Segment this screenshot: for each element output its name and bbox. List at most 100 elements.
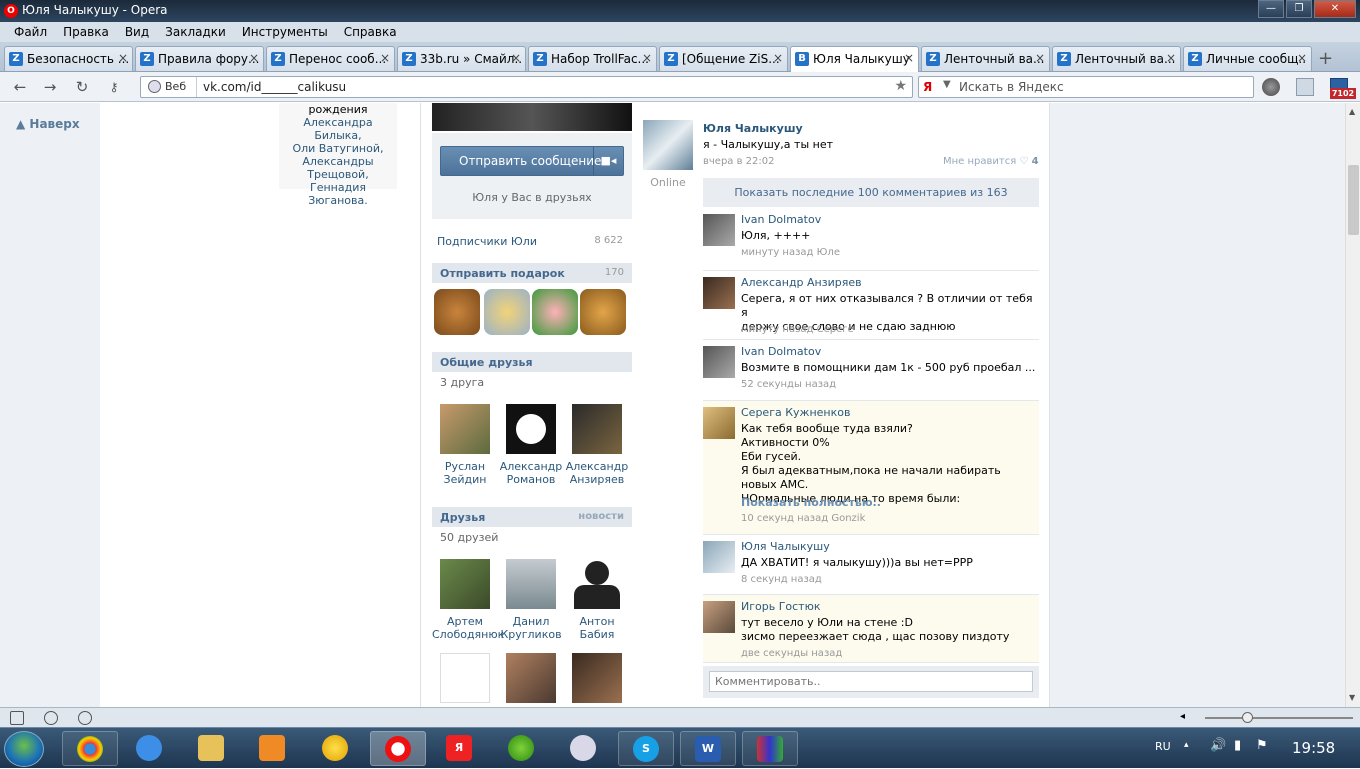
- menu-bookmarks[interactable]: Закладки: [157, 25, 234, 39]
- speed-dial-icon[interactable]: [1262, 78, 1280, 96]
- friend-last-name[interactable]: Кругликов: [498, 628, 564, 641]
- friend-last-name[interactable]: Анзиряев: [564, 473, 630, 486]
- maximize-button[interactable]: ❐: [1286, 0, 1312, 18]
- tab-5[interactable]: Z [Общение ZiS... ×: [659, 46, 788, 71]
- friend-card[interactable]: Александр Романов: [498, 404, 564, 486]
- tab-3[interactable]: Z 33b.ru » Смайл... ×: [397, 46, 526, 71]
- gift-astronaut[interactable]: [484, 289, 530, 335]
- comment-avatar[interactable]: [703, 601, 735, 633]
- clock[interactable]: 19:58: [1292, 739, 1335, 757]
- friends-news-link[interactable]: новости: [578, 511, 624, 522]
- tab-7[interactable]: Z Ленточный ва... ×: [921, 46, 1050, 71]
- taskbar-library[interactable]: [742, 731, 798, 766]
- vertical-scrollbar[interactable]: ▲ ▼: [1345, 103, 1360, 707]
- back-button[interactable]: ←: [10, 78, 30, 96]
- friend-card[interactable]: Данил Кругликов: [498, 559, 564, 641]
- taskbar-chrome[interactable]: [62, 731, 118, 766]
- comment-time[interactable]: минуту назад Юле: [741, 247, 840, 258]
- address-field[interactable]: Веб vk.com/id______calikusu ★: [140, 76, 913, 98]
- reload-button[interactable]: ↻: [72, 78, 92, 96]
- tab-4[interactable]: Z Набор TrollFac... ×: [528, 46, 657, 71]
- tab-close-icon[interactable]: ×: [642, 51, 652, 65]
- video-call-icon[interactable]: ■◂: [593, 147, 623, 175]
- friend-card[interactable]: Антон Бабия: [564, 559, 630, 641]
- view-icon[interactable]: ◂: [1180, 711, 1185, 722]
- search-field[interactable]: Я ▼ Искать в Яндекс: [918, 76, 1254, 98]
- comment-avatar[interactable]: [703, 214, 735, 246]
- tab-close-icon[interactable]: ×: [1035, 51, 1045, 65]
- menu-view[interactable]: Вид: [117, 25, 157, 39]
- comment-time[interactable]: 52 секунды назад: [741, 379, 836, 390]
- friend-card[interactable]: [498, 653, 564, 707]
- avatar[interactable]: [506, 404, 556, 454]
- friend-last-name[interactable]: Слободянюк: [432, 628, 504, 641]
- post-date[interactable]: вчера в 22:02: [703, 156, 775, 167]
- opera-logo-icon[interactable]: O: [4, 4, 18, 18]
- tab-close-icon[interactable]: ×: [1166, 51, 1176, 65]
- taskbar-yandex[interactable]: Я: [432, 731, 488, 766]
- tab-close-icon[interactable]: ×: [773, 51, 783, 65]
- volume-icon[interactable]: 🔊: [1210, 738, 1226, 753]
- like-button[interactable]: Мне нравится ♡ 4: [943, 156, 1039, 167]
- url-text[interactable]: vk.com/id______calikusu: [203, 80, 346, 94]
- comment-author[interactable]: Серега Кужненков: [741, 406, 850, 419]
- turbo-icon[interactable]: [78, 711, 92, 725]
- comment-author[interactable]: Александр Анзиряев: [741, 276, 862, 289]
- info-link[interactable]: Трещовой, Геннадия: [307, 168, 368, 194]
- avatar[interactable]: [572, 559, 622, 609]
- friend-card[interactable]: Александр Анзиряев: [564, 404, 630, 486]
- scrollbar-thumb[interactable]: [1348, 165, 1359, 235]
- friend-last-name[interactable]: Зейдин: [432, 473, 498, 486]
- comment-avatar[interactable]: [703, 277, 735, 309]
- info-link[interactable]: Александры: [302, 155, 373, 168]
- tab-close-icon[interactable]: ×: [380, 51, 390, 65]
- comment-author[interactable]: Игорь Гостюк: [741, 600, 821, 613]
- avatar[interactable]: [440, 559, 490, 609]
- tab-9[interactable]: Z Личные сообщ... ×: [1183, 46, 1312, 71]
- subscribers-link[interactable]: Подписчики Юли 8 622: [437, 235, 627, 248]
- show-all-comments-button[interactable]: Показать последние 100 комментариев из 1…: [703, 178, 1039, 207]
- search-engine-dropdown-icon[interactable]: ▼: [943, 79, 951, 90]
- comment-time[interactable]: 8 секунд назад: [741, 574, 822, 585]
- send-message-button[interactable]: Отправить сообщение ■◂: [440, 146, 624, 176]
- new-tab-button[interactable]: +: [1318, 48, 1333, 69]
- start-button[interactable]: [4, 731, 44, 767]
- taskbar-media[interactable]: [245, 731, 301, 766]
- zoom-slider-knob[interactable]: [1242, 712, 1253, 723]
- tab-6[interactable]: B Юля Чалыкушу ×: [790, 46, 919, 72]
- taskbar-app[interactable]: [308, 731, 364, 766]
- comment-input[interactable]: [709, 671, 1033, 692]
- friend-card[interactable]: [432, 653, 498, 707]
- info-link[interactable]: Оли Ватугиной,: [292, 142, 383, 155]
- gift-cake[interactable]: [532, 289, 578, 335]
- comment-author[interactable]: Юля Чалыкушу: [741, 540, 830, 553]
- comment-time[interactable]: 10 секунд назад Gonzik: [741, 513, 865, 524]
- show-more-link[interactable]: Показать полностью..: [741, 496, 881, 509]
- friend-card[interactable]: [564, 653, 630, 707]
- friend-first-name[interactable]: Александр: [564, 460, 630, 473]
- tab-close-icon[interactable]: ×: [904, 51, 914, 65]
- menu-help[interactable]: Справка: [336, 25, 405, 39]
- friend-first-name[interactable]: Руслан: [432, 460, 498, 473]
- tab-1[interactable]: Z Правила фору... ×: [135, 46, 264, 71]
- tab-8[interactable]: Z Ленточный ва... ×: [1052, 46, 1181, 71]
- taskbar-skype[interactable]: S: [618, 731, 674, 766]
- gift-horse[interactable]: [434, 289, 480, 335]
- tray-expand-icon[interactable]: ▴: [1184, 740, 1189, 750]
- scroll-down-icon[interactable]: ▼: [1349, 693, 1355, 702]
- network-icon[interactable]: ▮: [1234, 738, 1241, 753]
- minimize-button[interactable]: —: [1258, 0, 1284, 18]
- tab-close-icon[interactable]: ×: [1297, 51, 1307, 65]
- taskbar-tool[interactable]: [556, 731, 612, 766]
- tab-close-icon[interactable]: ×: [511, 51, 521, 65]
- profile-photo[interactable]: [432, 103, 632, 131]
- info-link[interactable]: Александра Билыка,: [303, 116, 372, 142]
- taskbar-ie[interactable]: [122, 731, 178, 766]
- friend-card[interactable]: Руслан Зейдин: [432, 404, 498, 486]
- post-author-avatar[interactable]: [643, 120, 693, 170]
- comment-time[interactable]: две секунды назад: [741, 648, 842, 659]
- friend-first-name[interactable]: Антон: [564, 615, 630, 628]
- menu-edit[interactable]: Правка: [55, 25, 117, 39]
- comment-avatar[interactable]: [703, 346, 735, 378]
- avatar[interactable]: [572, 404, 622, 454]
